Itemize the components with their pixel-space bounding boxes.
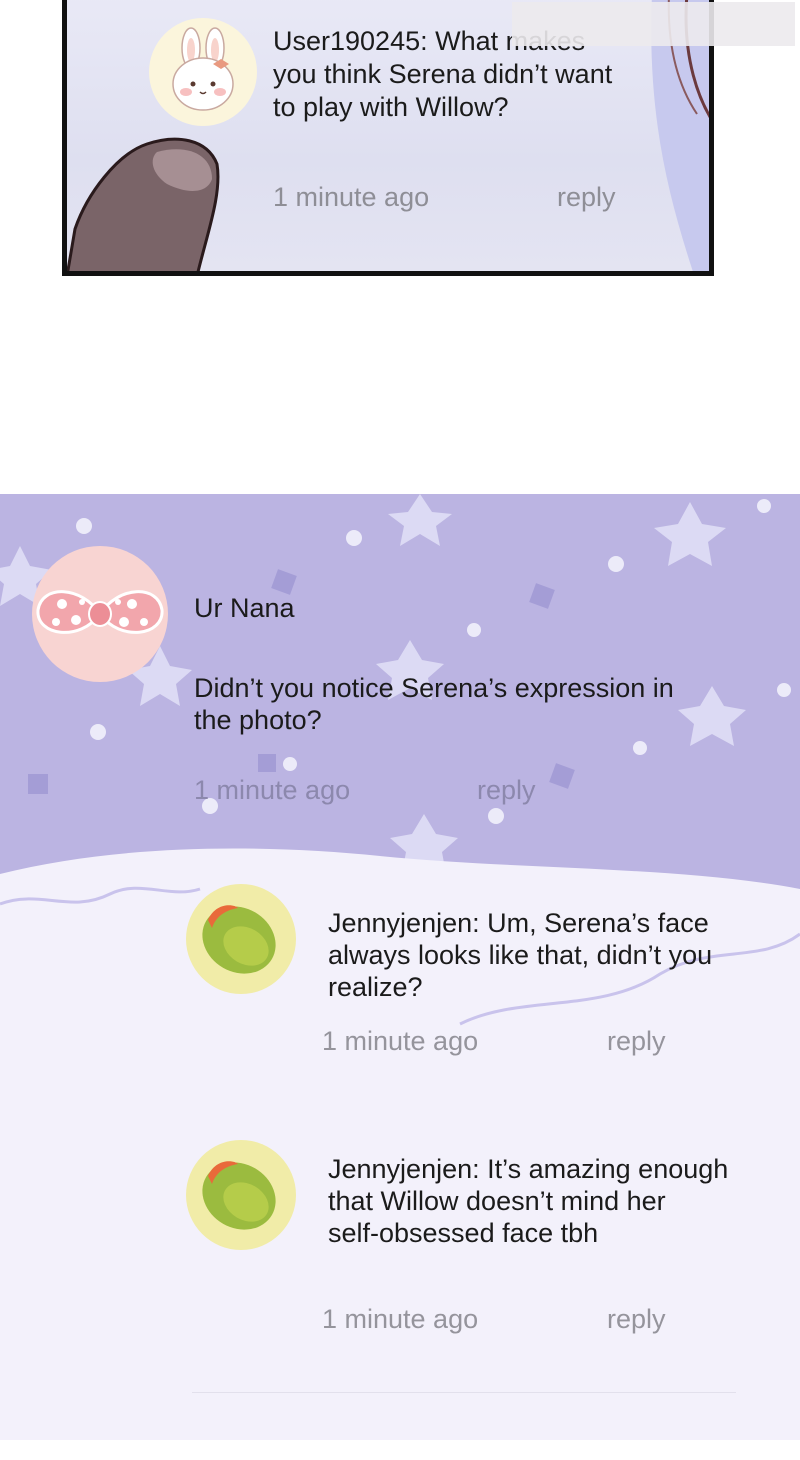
papaya-avatar-icon	[202, 905, 276, 974]
reply-1-text: Jennyjenjen: Um, Serena’s face always lo…	[328, 907, 788, 1003]
reply-2-time: 1 minute ago	[322, 1304, 479, 1334]
top-comment-username: User190245:	[273, 26, 428, 56]
main-comment-time: 1 minute ago	[194, 775, 351, 805]
top-comment-reply-button[interactable]: reply	[557, 182, 616, 213]
reply-2-line-3: self-obsessed face tbh	[328, 1218, 599, 1248]
reply-avatar-1[interactable]	[186, 884, 296, 994]
reply-2-line-2: that Willow doesn’t mind her	[328, 1186, 666, 1216]
bow-avatar[interactable]	[32, 546, 168, 682]
reply-1-line-3: realize?	[328, 972, 423, 1002]
top-comment-line-2: you think Serena didn’t want	[273, 59, 613, 89]
bunny-avatar-icon	[172, 27, 234, 111]
main-comment-reply-button[interactable]: reply	[477, 775, 536, 806]
main-comment-line-2: the photo?	[194, 705, 322, 735]
reply-2-text: Jennyjenjen: It’s amazing enough that Wi…	[328, 1153, 788, 1249]
finger-decoration	[67, 137, 220, 271]
watermark-strip	[512, 2, 795, 46]
reply-1-line-2: always looks like that, didn’t you	[328, 940, 713, 970]
main-comment-line-1: Didn’t you notice Serena’s expression in	[194, 673, 674, 703]
reply-1-reply-button[interactable]: reply	[607, 1026, 666, 1057]
papaya-avatar-icon	[202, 1161, 276, 1230]
reply-1-time: 1 minute ago	[322, 1026, 479, 1056]
reply-1-line-1: Jennyjenjen: Um, Serena’s face	[328, 908, 709, 938]
reply-2-line-1: Jennyjenjen: It’s amazing enough	[328, 1154, 729, 1184]
top-comment-time: 1 minute ago	[273, 182, 430, 212]
bunny-avatar[interactable]	[149, 18, 257, 126]
reply-2-reply-button[interactable]: reply	[607, 1304, 666, 1335]
pink-bow-avatar-icon	[36, 590, 164, 634]
main-comment-body: Didn’t you notice Serena’s expression in…	[194, 672, 774, 736]
comment-panel: Ur Nana Didn’t you notice Serena’s expre…	[0, 494, 800, 1450]
main-comment-username: Ur Nana	[194, 593, 295, 623]
reply-avatar-2[interactable]	[186, 1140, 296, 1250]
divider	[192, 1392, 736, 1393]
top-comment-line-3: to play with Willow?	[273, 92, 509, 122]
